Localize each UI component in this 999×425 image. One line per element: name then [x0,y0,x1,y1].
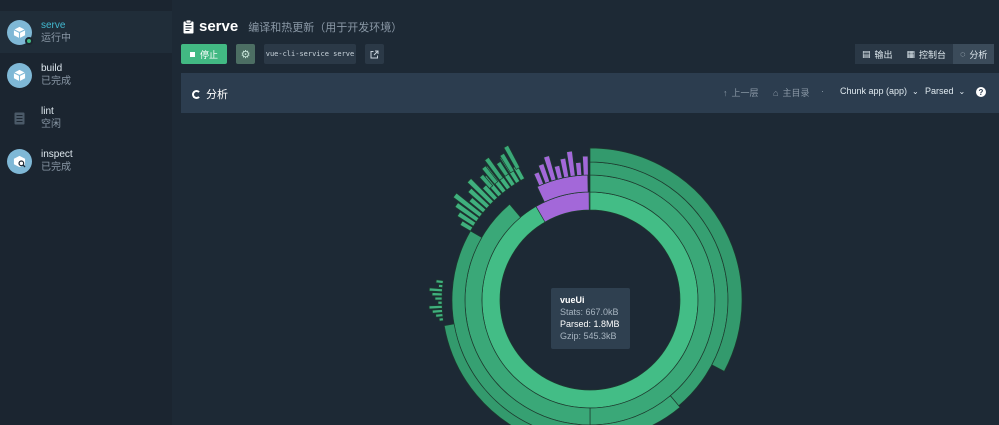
chevron-down-icon: ⌄ [958,86,966,96]
go-home-button[interactable]: ⌂ 主目录 [773,86,809,99]
external-link-icon [370,50,379,58]
tooltip-parsed: Parsed: 1.8MB [560,319,620,329]
cube-icon [7,62,32,88]
go-up-button[interactable]: ↑ 上一层 [723,86,759,99]
tooltip-module-name: vueUi [560,295,585,305]
page-header: serve 编译和热更新（用于开发环境） [183,18,402,35]
inspect-icon [7,148,32,174]
gear-icon: ⚙ [240,48,251,61]
stop-label: 停止 [199,49,218,60]
sidebar: serve 运行中 build 已完成 lint 空闲 inspect 已完成 [0,0,172,425]
cube-icon [7,19,33,45]
tab-label: 分析 [969,49,988,60]
task-name: inspect [41,149,73,160]
task-name: build [41,63,63,74]
help-icon[interactable]: ? [976,87,986,97]
task-status: 运行中 [41,33,71,44]
task-status: 空闲 [41,119,61,130]
sunburst-segment[interactable] [437,300,443,305]
module-sunburst[interactable] [181,113,999,425]
size-type-value: Parsed [925,86,954,96]
analyzer-title-label: 分析 [206,89,228,101]
separator-dot: · [821,86,824,96]
analyzer-icon [192,89,201,99]
page-subtitle: 编译和热更新（用于开发环境） [248,21,403,34]
tooltip-stats: Stats: 667.0kB [560,307,619,317]
dashboard-icon: ▦ [906,48,916,59]
go-up-label: 上一层 [731,88,759,98]
stop-icon [189,51,195,57]
sunburst-segment[interactable] [438,283,444,288]
command-display: vue-cli-service serve [264,44,356,64]
tab-label: 输出 [874,49,893,60]
page-title: serve [199,18,239,35]
sunburst-selected-segment[interactable] [582,155,589,176]
open-external-button[interactable] [365,44,384,64]
tab-dashboard[interactable]: ▦ 控制台 [899,44,954,64]
size-type-select[interactable]: Parsed ⌄ [925,86,965,96]
tab-label: 控制台 [919,49,947,60]
sunburst-segment[interactable] [428,305,443,310]
task-name: serve [41,20,66,31]
go-home-label: 主目录 [782,88,810,98]
sunburst-segment[interactable] [435,313,444,318]
analyzer-icon: ◌ [960,49,966,59]
task-status: 已完成 [41,76,71,87]
clipboard-icon [183,19,194,33]
sunburst-segment[interactable] [431,309,443,314]
analyzer-title: 分析 [192,86,228,102]
task-inspect[interactable]: inspect 已完成 [0,140,172,182]
view-tabs: ▤ 输出 ▦ 控制台 ◌ 分析 [855,44,995,64]
tab-output[interactable]: ▤ 输出 [855,44,900,64]
task-status: 已完成 [41,162,71,173]
running-indicator [25,36,33,45]
task-lint[interactable]: lint 空闲 [0,97,172,139]
tab-analyzer[interactable]: ◌ 分析 [953,44,995,64]
sunburst-segment[interactable] [438,317,444,322]
chunk-select-value: Chunk app (app) [840,86,908,96]
sunburst-segment[interactable] [431,292,443,297]
output-icon: ▤ [862,48,871,59]
stop-button[interactable]: 停止 [181,44,227,64]
sunburst-segment[interactable] [428,287,443,293]
module-tooltip: vueUi Stats: 667.0kB Parsed: 1.8MB Gzip:… [551,288,630,349]
chunk-select[interactable]: Chunk app (app) ⌄ [840,86,919,96]
sunburst-segment[interactable] [434,296,443,301]
sunburst-segment[interactable] [435,279,444,284]
sunburst-selected-segment[interactable] [575,161,583,177]
task-name: lint [41,106,54,117]
tooltip-gzip: Gzip: 545.3kB [560,331,617,341]
arrow-up-icon: ↑ [723,87,728,98]
home-icon: ⌂ [773,87,779,98]
task-build[interactable]: build 已完成 [0,54,172,96]
sunburst-area [181,113,999,425]
list-icon [7,106,32,131]
parameters-button[interactable]: ⚙ [236,44,255,64]
chevron-down-icon: ⌄ [912,86,919,96]
task-serve[interactable]: serve 运行中 [0,11,172,53]
